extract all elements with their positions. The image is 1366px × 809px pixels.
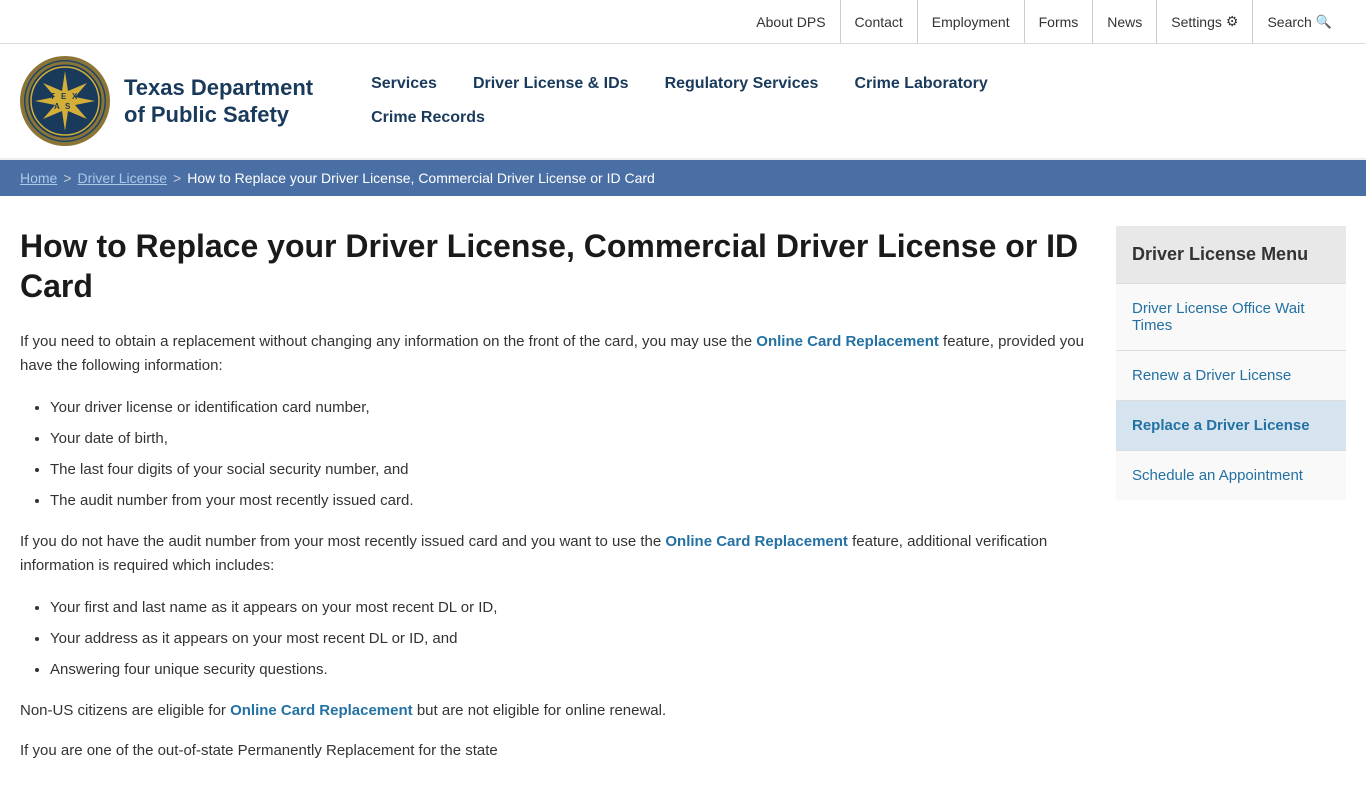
sidebar-item-replace[interactable]: Replace a Driver License <box>1116 400 1346 450</box>
settings-link[interactable]: Settings <box>1157 0 1253 43</box>
site-header: T E X A S Texas Department of Public Saf… <box>0 44 1366 160</box>
search-label: Search <box>1267 14 1311 30</box>
nav-driver-license-ids[interactable]: Driver License & IDs <box>455 67 647 101</box>
requirements-list-1: Your driver license or identification ca… <box>50 394 1086 514</box>
org-name: Texas Department of Public Safety <box>124 74 313 129</box>
sidebar-item-wait-times[interactable]: Driver License Office Wait Times <box>1116 283 1346 350</box>
gear-icon <box>1222 13 1239 30</box>
contact-link[interactable]: Contact <box>841 0 918 43</box>
sidebar-item-renew[interactable]: Renew a Driver License <box>1116 350 1346 400</box>
out-of-state-paragraph: If you are one of the out-of-state Perma… <box>20 739 1086 763</box>
page-title: How to Replace your Driver License, Comm… <box>20 226 1086 306</box>
list-item: Your date of birth, <box>50 425 1086 452</box>
non-us-paragraph: Non-US citizens are eligible for Online … <box>20 699 1086 723</box>
sidebar-menu-title: Driver License Menu <box>1116 226 1346 283</box>
breadcrumb-sep-2: > <box>173 170 181 186</box>
svg-text:E: E <box>61 92 67 101</box>
breadcrumb: Home > Driver License > How to Replace y… <box>0 160 1366 196</box>
list-item: The last four digits of your social secu… <box>50 456 1086 483</box>
main-navigation: Services Driver License & IDs Regulatory… <box>353 67 1006 135</box>
breadcrumb-sep-1: > <box>63 170 71 186</box>
online-card-replacement-link-3[interactable]: Online Card Replacement <box>230 702 413 719</box>
svg-text:T: T <box>50 92 55 101</box>
list-item: Your address as it appears on your most … <box>50 625 1086 652</box>
online-card-replacement-link-1[interactable]: Online Card Replacement <box>756 333 939 350</box>
sidebar: Driver License Menu Driver License Offic… <box>1116 226 1346 779</box>
news-link[interactable]: News <box>1093 0 1157 43</box>
main-layout: How to Replace your Driver License, Comm… <box>0 196 1366 809</box>
about-dps-link[interactable]: About DPS <box>742 0 840 43</box>
nav-crime-records[interactable]: Crime Records <box>353 101 503 135</box>
org-logo: T E X A S <box>20 56 110 146</box>
breadcrumb-home-link[interactable]: Home <box>20 170 57 186</box>
search-link[interactable]: Search <box>1253 0 1346 43</box>
nav-services[interactable]: Services <box>353 67 455 101</box>
employment-link[interactable]: Employment <box>918 0 1025 43</box>
intro-paragraph-2: If you do not have the audit number from… <box>20 530 1086 578</box>
breadcrumb-driver-license-link[interactable]: Driver License <box>78 170 167 186</box>
list-item: Answering four unique security questions… <box>50 656 1086 683</box>
nav-crime-laboratory[interactable]: Crime Laboratory <box>836 67 1005 101</box>
nav-regulatory-services[interactable]: Regulatory Services <box>647 67 837 101</box>
list-item: The audit number from your most recently… <box>50 487 1086 514</box>
nav-row-2: Crime Records <box>353 101 1006 135</box>
list-item: Your driver license or identification ca… <box>50 394 1086 421</box>
svg-text:A: A <box>54 102 60 111</box>
online-card-replacement-link-2[interactable]: Online Card Replacement <box>665 533 848 550</box>
top-utility-bar: About DPS Contact Employment Forms News … <box>0 0 1366 44</box>
settings-label: Settings <box>1171 14 1222 30</box>
requirements-list-2: Your first and last name as it appears o… <box>50 594 1086 683</box>
breadcrumb-current: How to Replace your Driver License, Comm… <box>187 170 655 186</box>
forms-link[interactable]: Forms <box>1025 0 1094 43</box>
svg-text:X: X <box>72 92 78 101</box>
svg-text:S: S <box>65 102 71 111</box>
intro-paragraph-1: If you need to obtain a replacement with… <box>20 330 1086 378</box>
sidebar-item-appointment[interactable]: Schedule an Appointment <box>1116 450 1346 500</box>
logo-link[interactable]: T E X A S Texas Department of Public Saf… <box>20 56 313 146</box>
nav-row-1: Services Driver License & IDs Regulatory… <box>353 67 1006 101</box>
main-content: How to Replace your Driver License, Comm… <box>20 226 1086 779</box>
search-icon <box>1312 13 1332 30</box>
list-item: Your first and last name as it appears o… <box>50 594 1086 621</box>
